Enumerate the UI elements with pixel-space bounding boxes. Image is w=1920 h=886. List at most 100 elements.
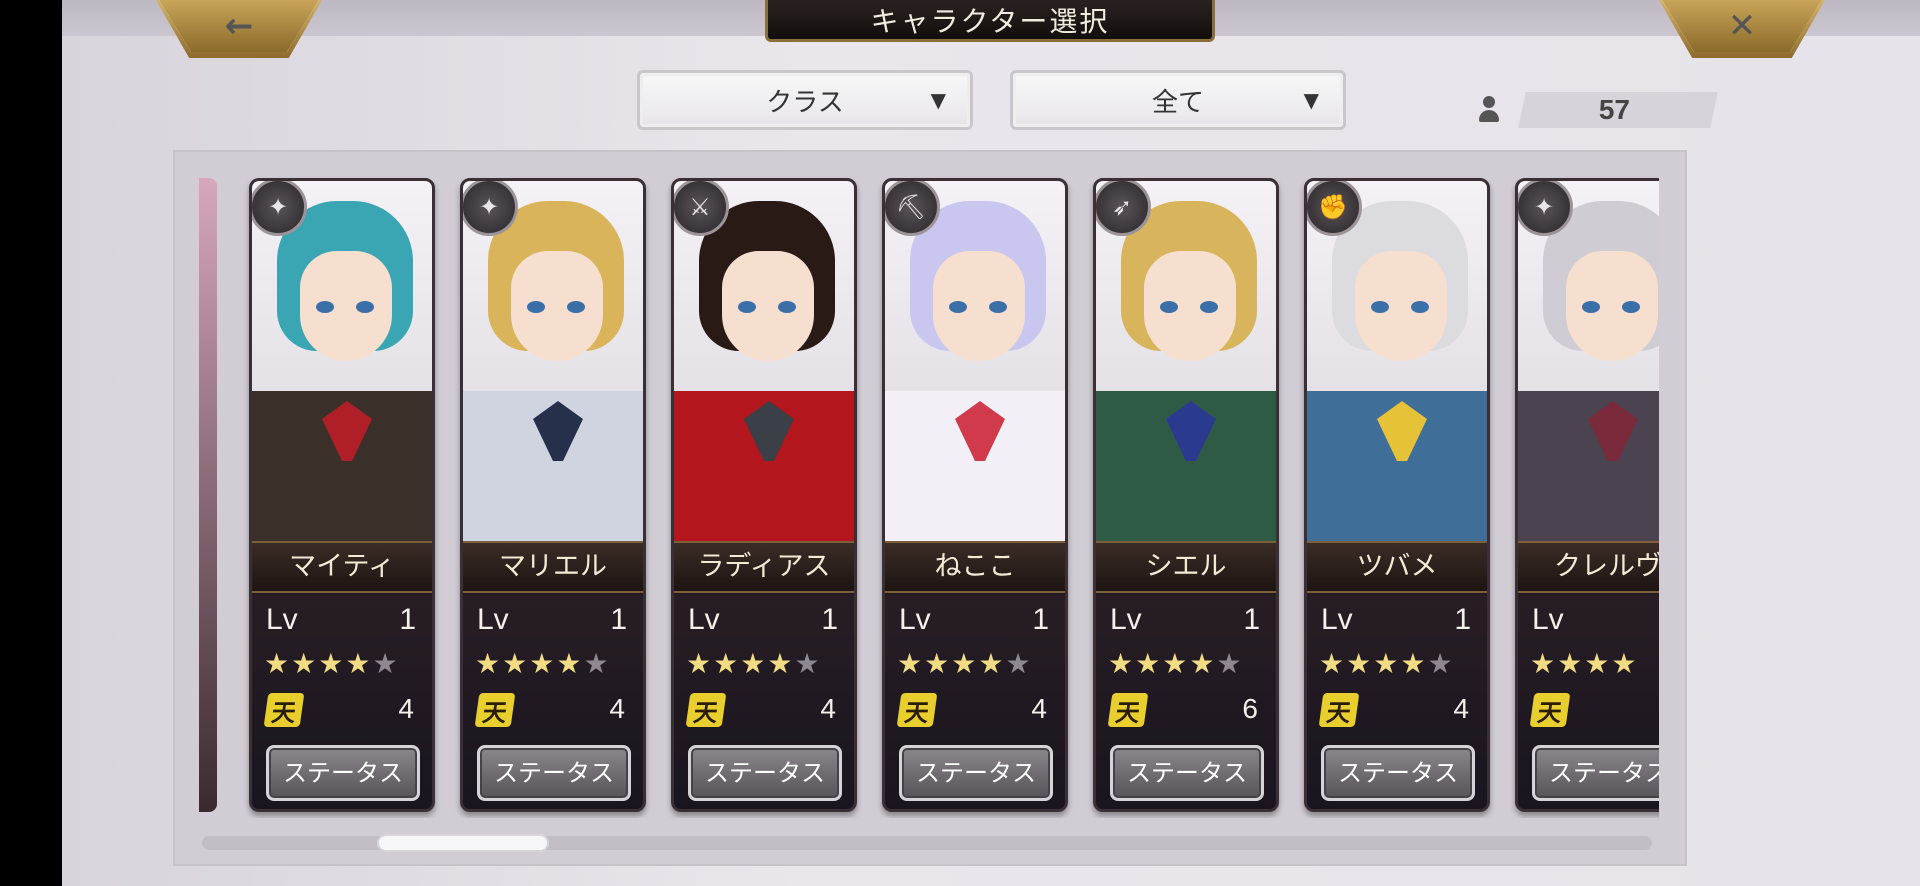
character-name: シエル (1096, 541, 1276, 593)
rarity-stars: ★★★★★ (1319, 647, 1455, 680)
star-icon: ★ (1005, 647, 1033, 680)
rarity-stars: ★★★★★ (1108, 647, 1244, 680)
ten-value: 4 (1031, 693, 1047, 724)
class-filter-dropdown[interactable]: クラス ▼ (637, 70, 973, 130)
character-name: ラディアス (674, 541, 854, 593)
star-icon: ★ (740, 647, 768, 680)
character-name: マリエル (463, 541, 643, 593)
level-value: 1 (821, 603, 838, 636)
character-name: ねここ (885, 541, 1065, 593)
class-staff-icon: ✦ (252, 181, 307, 236)
level-value: 1 (399, 603, 416, 636)
star-icon: ★ (951, 647, 979, 680)
star-icon: ★ (1216, 647, 1244, 680)
star-icon: ★ (1584, 647, 1612, 680)
rarity-stars: ★★★★★ (686, 647, 822, 680)
ten-badge-icon: 天 (1529, 693, 1571, 727)
star-icon: ★ (291, 647, 319, 680)
star-icon: ★ (1346, 647, 1374, 680)
class-bow-icon: ➶ (1096, 181, 1151, 236)
page-title: キャラクター選択 (765, 0, 1215, 42)
person-icon (1477, 96, 1501, 124)
character-card[interactable]: ➶ シエル Lv 1 ★★★★★ 天 6 ステータス (1093, 178, 1279, 812)
star-icon: ★ (767, 647, 795, 680)
star-icon: ★ (1530, 647, 1558, 680)
star-icon: ★ (1135, 647, 1163, 680)
star-icon: ★ (686, 647, 714, 680)
character-stats: Lv 1 ★★★★★ 天 4 ステータス (463, 595, 643, 809)
character-name: クレルヴ (1518, 541, 1659, 593)
star-icon: ★ (556, 647, 584, 680)
star-icon: ★ (1319, 647, 1347, 680)
star-icon: ★ (978, 647, 1006, 680)
star-icon: ★ (318, 647, 346, 680)
scrollbar-thumb[interactable] (377, 834, 549, 852)
range-filter-label: 全て (1151, 87, 1204, 118)
rarity-stars: ★★★★★ (475, 647, 611, 680)
star-icon: ★ (924, 647, 952, 680)
star-icon: ★ (1400, 647, 1428, 680)
ten-value: 4 (1453, 693, 1469, 724)
character-card[interactable]: ✊ ツバメ Lv 1 ★★★★★ 天 4 ステータス (1304, 178, 1490, 812)
character-stats: Lv 1 ★★★★★ 天 6 ステータス (1096, 595, 1276, 809)
star-icon: ★ (794, 647, 822, 680)
star-icon: ★ (1557, 647, 1585, 680)
ten-badge-icon: 天 (896, 693, 938, 727)
level-label: Lv (1110, 603, 1142, 636)
level-label: Lv (1321, 603, 1353, 636)
star-icon: ★ (897, 647, 925, 680)
ten-badge-icon: 天 (1318, 693, 1360, 727)
level-value: 1 (610, 603, 627, 636)
star-icon: ★ (713, 647, 741, 680)
star-icon: ★ (1162, 647, 1190, 680)
character-count: 57 (1598, 94, 1630, 125)
level-label: Lv (1532, 603, 1564, 636)
rarity-stars: ★★★★★ (264, 647, 400, 680)
character-card[interactable]: ⚔ ラディアス Lv 1 ★★★★★ 天 4 ステータス (671, 178, 857, 812)
character-name: マイティ (252, 541, 432, 593)
character-card[interactable]: ✦ クレルヴ Lv ★★★★ 天 ステータス (1515, 178, 1659, 812)
level-label: Lv (266, 603, 298, 636)
character-card[interactable]: ✦ マイティ Lv 1 ★★★★★ 天 4 ステータス (249, 178, 435, 812)
star-icon: ★ (1373, 647, 1401, 680)
ten-badge-icon: 天 (263, 693, 305, 727)
close-icon: ✕ (1727, 6, 1757, 46)
character-card-list[interactable]: ✦ マイティ Lv 1 ★★★★★ 天 4 ステータス ✦ マリエル Lv 1 … (199, 170, 1659, 818)
star-icon: ★ (264, 647, 292, 680)
class-filter-label: クラス (766, 87, 844, 118)
character-stats: Lv 1 ★★★★★ 天 4 ステータス (674, 595, 854, 809)
class-sword-icon: ⚔ (674, 181, 729, 236)
status-button[interactable]: ステータス (1532, 745, 1659, 801)
character-card[interactable]: ⛏ ねここ Lv 1 ★★★★★ 天 4 ステータス (882, 178, 1068, 812)
level-value: 1 (1243, 603, 1260, 636)
status-button[interactable]: ステータス (266, 745, 420, 801)
chevron-down-icon: ▼ (930, 88, 946, 112)
star-icon: ★ (529, 647, 557, 680)
character-name: ツバメ (1307, 541, 1487, 593)
star-icon: ★ (583, 647, 611, 680)
chevron-down-icon: ▼ (1303, 88, 1319, 112)
ten-value: 4 (820, 693, 836, 724)
star-icon: ★ (372, 647, 400, 680)
status-button[interactable]: ステータス (1110, 745, 1264, 801)
ten-value: 4 (609, 693, 625, 724)
character-stats: Lv ★★★★ 天 ステータス (1518, 595, 1659, 809)
character-stats: Lv 1 ★★★★★ 天 4 ステータス (1307, 595, 1487, 809)
range-filter-dropdown[interactable]: 全て ▼ (1010, 70, 1346, 130)
arrow-left-icon: ← (224, 6, 254, 46)
ten-value: 6 (1242, 693, 1258, 724)
ten-badge-icon: 天 (474, 693, 516, 727)
rarity-stars: ★★★★ (1530, 647, 1638, 680)
status-button[interactable]: ステータス (899, 745, 1053, 801)
class-fist-icon: ✊ (1307, 181, 1362, 236)
star-icon: ★ (475, 647, 503, 680)
star-icon: ★ (1189, 647, 1217, 680)
class-staff-icon: ✦ (463, 181, 518, 236)
status-button[interactable]: ステータス (1321, 745, 1475, 801)
status-button[interactable]: ステータス (477, 745, 631, 801)
level-label: Lv (688, 603, 720, 636)
character-card[interactable]: ✦ マリエル Lv 1 ★★★★★ 天 4 ステータス (460, 178, 646, 812)
level-value: 1 (1454, 603, 1471, 636)
status-button[interactable]: ステータス (688, 745, 842, 801)
star-icon: ★ (1108, 647, 1136, 680)
